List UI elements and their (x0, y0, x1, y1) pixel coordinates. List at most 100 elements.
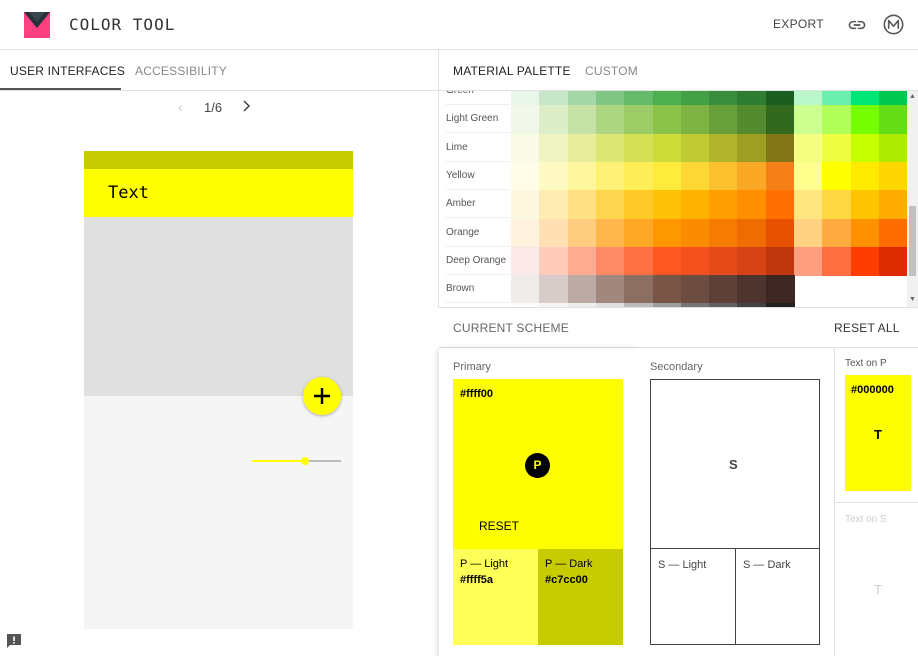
palette-swatch[interactable] (567, 275, 597, 305)
text-on-primary-swatch[interactable]: #000000 T (845, 375, 911, 491)
material-logo-icon[interactable] (883, 14, 904, 35)
palette-swatch[interactable] (652, 133, 682, 163)
palette-swatch[interactable] (511, 246, 540, 276)
palette-swatch[interactable] (794, 133, 823, 163)
tab-accessibility[interactable]: ACCESSIBILITY (135, 64, 227, 78)
palette-swatch[interactable] (737, 133, 767, 163)
palette-swatch[interactable] (539, 218, 569, 248)
palette-swatch[interactable] (850, 246, 880, 276)
palette-swatch[interactable] (567, 246, 597, 276)
tab-user-interfaces[interactable]: USER INTERFACES (10, 64, 125, 78)
palette-swatch[interactable] (624, 105, 654, 135)
palette-swatch[interactable] (539, 105, 569, 135)
palette-swatch[interactable] (878, 105, 908, 135)
palette-swatch[interactable] (765, 218, 795, 248)
secondary-dark-swatch[interactable]: S — Dark (735, 548, 820, 645)
selected-swatch-indicator[interactable] (823, 161, 851, 189)
text-colors-card[interactable]: Text on P #000000 T Text on S T (834, 348, 918, 656)
palette-swatch[interactable] (878, 246, 908, 276)
palette-swatch[interactable] (511, 275, 540, 305)
palette-swatch[interactable] (624, 218, 654, 248)
palette-swatch[interactable] (680, 190, 710, 220)
palette-swatch[interactable] (624, 133, 654, 163)
palette-swatch[interactable] (765, 91, 795, 106)
link-icon[interactable] (847, 15, 867, 35)
palette-swatch[interactable] (595, 218, 625, 248)
palette-swatch[interactable] (850, 218, 880, 248)
secondary-card[interactable]: Secondary S S — Light S — Dark (636, 348, 833, 656)
reset-all-button[interactable]: RESET ALL (834, 321, 900, 335)
palette-swatch[interactable] (794, 105, 823, 135)
palette-swatch[interactable] (539, 275, 569, 305)
palette-swatch[interactable] (737, 91, 767, 106)
palette-swatch[interactable] (680, 275, 710, 305)
palette-swatch[interactable] (737, 218, 767, 248)
palette-swatch[interactable] (595, 105, 625, 135)
palette-swatch[interactable] (850, 190, 880, 220)
palette-swatch[interactable] (595, 246, 625, 276)
pager-next-icon[interactable] (241, 99, 253, 113)
secondary-light-swatch[interactable]: S — Light (650, 548, 736, 645)
slider-thumb[interactable] (301, 457, 310, 465)
palette-swatch[interactable] (709, 105, 739, 135)
palette-swatch[interactable] (539, 190, 569, 220)
palette-swatch[interactable] (822, 91, 852, 106)
palette-swatch[interactable] (624, 161, 654, 191)
palette-scrollbar[interactable]: ▲ ▼ (907, 91, 918, 307)
palette-swatch[interactable] (765, 161, 795, 191)
palette-swatch[interactable] (652, 190, 682, 220)
palette-swatch[interactable] (595, 133, 625, 163)
palette-swatch[interactable] (822, 105, 852, 135)
palette-swatch[interactable] (511, 91, 540, 106)
palette-swatch[interactable] (680, 133, 710, 163)
primary-card[interactable]: Primary #ffff00 P RESET P — Light #ffff5… (439, 348, 636, 656)
palette-swatch[interactable] (680, 105, 710, 135)
palette-swatch[interactable] (737, 275, 767, 305)
palette-swatch[interactable] (709, 190, 739, 220)
palette-swatch[interactable] (567, 133, 597, 163)
palette-scroll-thumb[interactable] (909, 206, 916, 276)
palette-swatch[interactable] (595, 91, 625, 106)
palette-swatch[interactable] (595, 275, 625, 305)
tab-material-palette[interactable]: MATERIAL PALETTE (453, 64, 571, 78)
export-button[interactable]: EXPORT (773, 17, 824, 31)
phone-slider[interactable] (252, 457, 341, 465)
palette-swatch[interactable] (680, 161, 710, 191)
palette-swatch[interactable] (822, 133, 852, 163)
palette-swatch[interactable] (878, 133, 908, 163)
palette-swatch[interactable] (822, 190, 852, 220)
palette-swatch[interactable] (822, 218, 852, 248)
palette-swatch[interactable] (765, 275, 795, 305)
palette-swatch[interactable] (709, 161, 739, 191)
primary-dark-swatch[interactable]: P — Dark #c7cc00 (538, 549, 623, 645)
palette-swatch[interactable] (794, 161, 823, 191)
palette-swatch[interactable] (878, 91, 908, 106)
palette-swatch[interactable] (652, 105, 682, 135)
palette-swatch[interactable] (794, 246, 823, 276)
palette-swatch[interactable] (624, 190, 654, 220)
pager-prev-icon[interactable]: ‹ (178, 99, 183, 115)
palette-swatch[interactable] (511, 133, 540, 163)
palette-swatch[interactable] (822, 246, 852, 276)
palette-swatch[interactable] (878, 161, 908, 191)
primary-swatch[interactable]: #ffff00 P RESET (453, 379, 623, 549)
palette-swatch[interactable] (850, 161, 880, 191)
palette-swatch[interactable] (652, 275, 682, 305)
palette-swatch[interactable] (567, 161, 597, 191)
palette-swatch[interactable] (765, 105, 795, 135)
palette-swatch[interactable] (794, 190, 823, 220)
feedback-icon[interactable] (6, 633, 22, 649)
palette-swatch[interactable] (765, 246, 795, 276)
palette-swatch[interactable] (709, 91, 739, 106)
phone-fab-button[interactable] (303, 377, 341, 415)
palette-swatch[interactable] (511, 218, 540, 248)
palette-swatch[interactable] (680, 218, 710, 248)
palette-swatch[interactable] (624, 275, 654, 305)
primary-light-swatch[interactable]: P — Light #ffff5a (453, 549, 538, 645)
palette-swatch[interactable] (652, 91, 682, 106)
palette-swatch[interactable] (652, 218, 682, 248)
palette-swatch[interactable] (878, 218, 908, 248)
palette-swatch[interactable] (737, 105, 767, 135)
palette-swatch[interactable] (765, 133, 795, 163)
palette-swatch[interactable] (765, 190, 795, 220)
